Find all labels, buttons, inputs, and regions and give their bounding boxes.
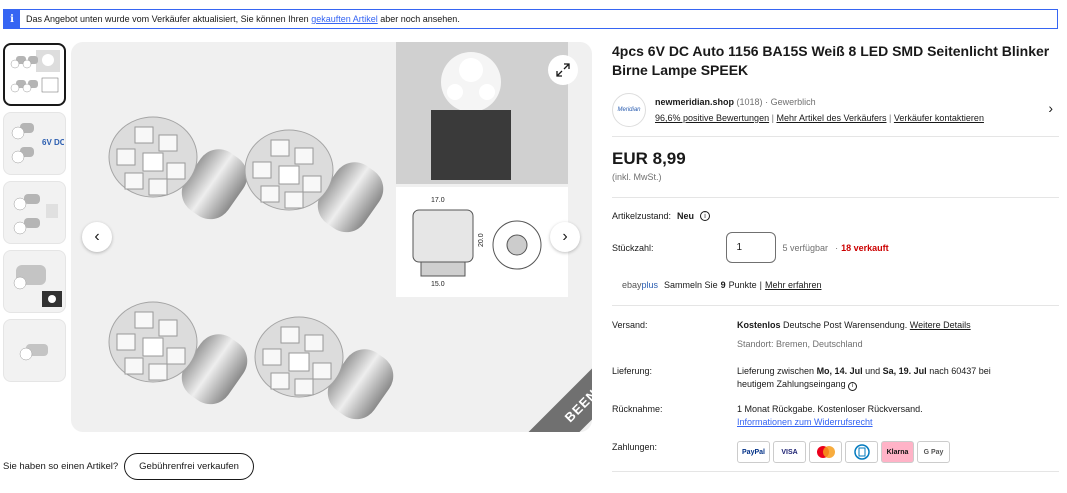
sell-similar-row: Sie haben so einen Artikel? Gebührenfrei… <box>3 453 254 480</box>
quantity-label: Stückzahl: <box>612 242 654 253</box>
ebayplus-row: ebayplus Sammeln Sie 9 Punkte | Mehr erf… <box>622 280 822 290</box>
visa-icon: VISA <box>773 441 806 463</box>
notice-banner: i Das Angebot unten wurde vom Verkäufer … <box>3 9 1058 29</box>
shipping-method: Deutsche Post Warensendung. <box>783 320 908 330</box>
returns-row: Rücknahme: 1 Monat Rückgabe. Kostenloser… <box>612 403 1059 429</box>
condition-value: Neu <box>677 211 695 221</box>
bulb-image-icon <box>13 264 62 307</box>
vat-note: (inkl. MwSt.) <box>612 172 662 182</box>
sell-question: Sie haben so einen Artikel? <box>3 461 119 472</box>
condition-label: Artikelzustand: <box>612 211 672 221</box>
available-count: 5 verfügbar <box>782 242 829 253</box>
shipping-free: Kostenlos <box>737 320 781 330</box>
ebayplus-points: 9 <box>720 280 726 290</box>
info-icon: i <box>4 10 20 28</box>
chevron-right-icon[interactable]: › <box>1048 100 1053 116</box>
bulb-image-icon: 6V DC <box>11 122 64 163</box>
svg-text:15.0: 15.0 <box>431 281 445 288</box>
svg-text:17.0: 17.0 <box>431 197 445 204</box>
seller-card[interactable]: Meridian newmeridian.shop (1018) · Gewer… <box>612 90 1059 130</box>
shipping-label: Versand: <box>612 320 648 330</box>
delivery-date-end: Sa, 19. Jul <box>882 366 927 376</box>
delivery-date-start: Mo, 14. Jul <box>816 366 863 376</box>
googlepay-icon: G Pay <box>917 441 950 463</box>
learn-more-link[interactable]: Mehr erfahren <box>765 280 822 290</box>
diners-icon <box>845 441 878 463</box>
seller-feedback-count: (1018) <box>736 97 763 107</box>
seller-name[interactable]: newmeridian.shop <box>655 97 734 107</box>
quantity-input[interactable]: 1 <box>725 232 776 263</box>
previous-image-button[interactable]: ‹ <box>82 222 112 252</box>
seller-type: Gewerblich <box>770 97 816 107</box>
shipping-row: Versand: Kostenlos Deutsche Post Warense… <box>612 319 1059 351</box>
contact-seller-link[interactable]: Verkäufer kontaktieren <box>894 113 984 123</box>
bulb-image-icon <box>19 343 48 360</box>
delivery-row: Lieferung: Lieferung zwischen Mo, 14. Ju… <box>612 366 991 391</box>
notice-text-after: aber noch ansehen. <box>380 14 460 24</box>
sell-free-button[interactable]: Gebührenfrei verkaufen <box>124 453 254 480</box>
payments-row: Zahlungen: PayPal VISA Klarna G Pay <box>612 441 1059 463</box>
thumbnail-3[interactable] <box>3 181 66 244</box>
purchased-item-link[interactable]: gekauften Artikel <box>311 14 378 24</box>
payments-label: Zahlungen: <box>612 442 658 452</box>
thumbnail-2[interactable]: 6V DC <box>3 112 66 175</box>
info-circle-icon[interactable]: i <box>848 382 858 391</box>
shipping-details-link[interactable]: Weitere Details <box>910 320 971 330</box>
item-price: EUR 8,99 <box>612 149 686 168</box>
thumbnail-5[interactable] <box>3 319 66 382</box>
quantity-row: Stückzahl: 1 5 verfügbar · 18 verkauft <box>612 232 1059 263</box>
svg-text:20.0: 20.0 <box>478 233 485 247</box>
item-location: Standort: Bremen, Deutschland <box>737 339 863 349</box>
bulb-image-icon <box>13 193 58 234</box>
ebayplus-logo: ebayplus <box>622 280 659 290</box>
returns-label: Rücknahme: <box>612 404 663 414</box>
delivery-label: Lieferung: <box>612 366 653 376</box>
returns-text: 1 Monat Rückgabe. Kostenloser Rückversan… <box>737 404 923 414</box>
item-title: 4pcs 6V DC Auto 1156 BA15S Weiß 8 LED SM… <box>612 43 1050 78</box>
thumbnail-list: 6V DC <box>3 43 67 388</box>
mastercard-icon <box>809 441 842 463</box>
info-circle-icon[interactable]: i <box>700 211 711 221</box>
seller-rating-link[interactable]: 96,6% positive Bewertungen <box>655 113 769 123</box>
bulb-image-icon <box>10 49 60 92</box>
withdrawal-info-link[interactable]: Informationen zum Widerrufsrecht <box>737 417 873 427</box>
sold-count: 18 verkauft <box>841 242 889 253</box>
seller-logo: Meridian <box>612 93 646 127</box>
seller-more-items-link[interactable]: Mehr Artikel des Verkäufers <box>776 113 886 123</box>
product-image: 17.0 15.0 20.0 <box>108 42 568 429</box>
next-image-button[interactable]: › <box>550 222 580 252</box>
expand-arrows-icon <box>556 63 570 77</box>
klarna-icon: Klarna <box>881 441 914 463</box>
notice-text: Das Angebot unten wurde vom Verkäufer ak… <box>26 14 309 24</box>
paypal-icon: PayPal <box>737 441 770 463</box>
main-image-gallery: 17.0 15.0 20.0 ‹ › BEENDET <box>71 42 592 432</box>
thumbnail-1[interactable] <box>3 43 66 106</box>
svg-text:6V DC: 6V DC <box>42 138 64 147</box>
ebayplus-text: Sammeln Sie <box>664 280 718 290</box>
payment-methods: PayPal VISA Klarna G Pay <box>737 441 950 463</box>
item-details-panel: 4pcs 6V DC Auto 1156 BA15S Weiß 8 LED SM… <box>612 42 1059 472</box>
thumbnail-4[interactable] <box>3 250 66 313</box>
ebayplus-unit: Punkte <box>728 280 757 290</box>
condition-row: Artikelzustand: Neu i <box>612 211 1059 221</box>
expand-icon[interactable] <box>548 55 578 85</box>
